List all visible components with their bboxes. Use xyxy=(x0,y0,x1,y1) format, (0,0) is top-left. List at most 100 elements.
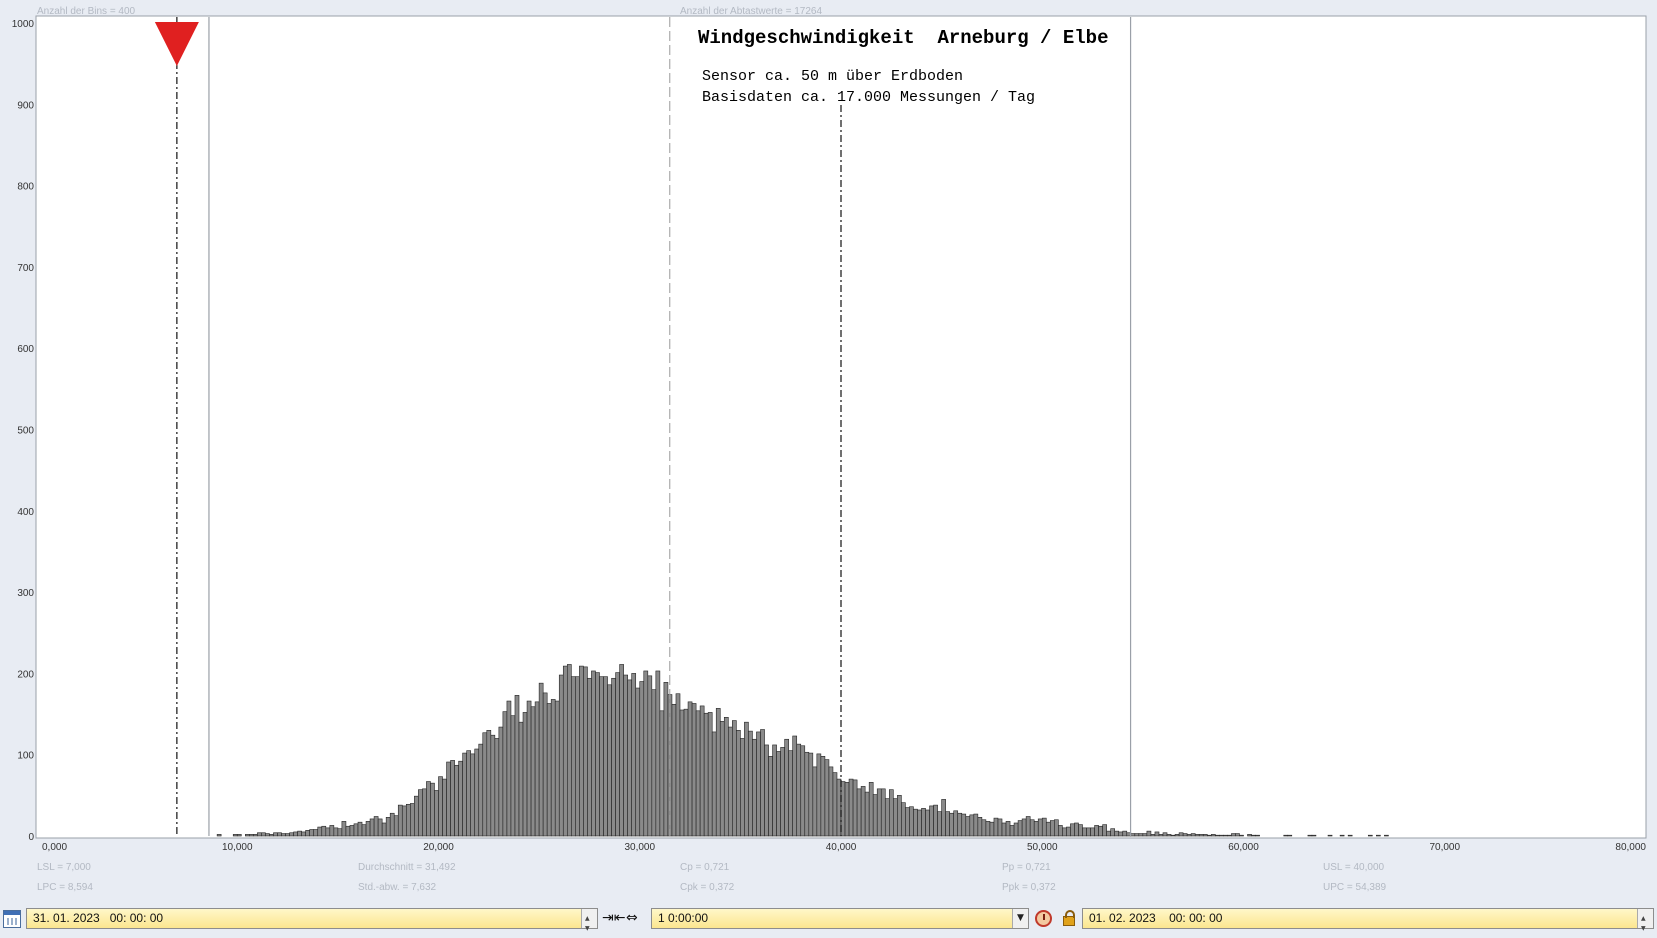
lock-icon[interactable] xyxy=(1063,910,1075,926)
histogram-bar xyxy=(1130,833,1136,837)
histogram-bar xyxy=(1186,834,1192,837)
histogram-bar xyxy=(345,825,351,837)
y-tick-label: 600 xyxy=(17,344,34,355)
start-datetime-field[interactable]: 31. 01. 2023 00: 00: 00 ▲ ▼ xyxy=(26,908,598,932)
histogram-bar xyxy=(257,832,262,837)
stat-mean: Durchschnitt = 31,492 xyxy=(358,862,456,873)
histogram-bar xyxy=(796,743,802,837)
histogram-bar xyxy=(603,676,608,837)
histogram-bar xyxy=(683,708,689,837)
histogram-bar xyxy=(1235,833,1240,837)
histogram-bar xyxy=(977,817,983,837)
histogram-bar xyxy=(663,682,669,837)
y-tick-label: 0 xyxy=(28,832,34,843)
histogram-bar xyxy=(719,721,725,837)
histogram-bar xyxy=(860,786,866,837)
histogram-bar xyxy=(526,700,532,837)
histogram-bar xyxy=(438,776,443,837)
histogram-bar xyxy=(780,747,785,837)
x-tick-label: 60,000 xyxy=(1228,842,1259,853)
histogram-bar xyxy=(1037,818,1043,837)
histogram-bar xyxy=(377,818,383,837)
histogram-bar xyxy=(969,814,975,837)
histogram-bar xyxy=(301,831,306,837)
histogram-bar xyxy=(619,664,624,837)
histogram-bar xyxy=(1223,834,1228,837)
histogram-bar xyxy=(422,788,427,837)
end-datetime-field[interactable]: 01. 02. 2023 00: 00: 00 ▲ ▼ xyxy=(1082,908,1654,932)
histogram-bar xyxy=(442,778,447,837)
histogram-bar xyxy=(828,766,834,837)
histogram-bar xyxy=(216,834,222,837)
stat-cp: Cp = 0,721 xyxy=(680,862,730,873)
histogram-bar xyxy=(587,677,592,837)
histogram-bar xyxy=(961,813,967,837)
calendar-icon[interactable] xyxy=(3,910,21,928)
histogram-bar xyxy=(897,795,902,837)
histogram-bar xyxy=(732,720,737,837)
clock-icon[interactable] xyxy=(1035,910,1052,927)
histogram-bar xyxy=(953,810,959,837)
histogram-bar xyxy=(494,738,500,837)
histogram-bar xyxy=(687,701,693,837)
histogram-bar xyxy=(474,748,480,837)
x-tick-label: 50,000 xyxy=(1027,842,1058,853)
histogram-bar xyxy=(864,791,870,837)
histogram-bar xyxy=(542,692,548,837)
histogram-bar xyxy=(1045,821,1051,837)
histogram-bar xyxy=(450,760,455,837)
histogram-bar xyxy=(1202,834,1208,837)
histogram-bar xyxy=(675,693,681,837)
histogram-bar xyxy=(756,731,761,837)
histogram-bar xyxy=(804,751,810,837)
x-tick-label: 20,000 xyxy=(423,842,454,853)
expand-range-icon[interactable]: ⇔ xyxy=(626,908,648,929)
y-tick-label: 400 xyxy=(17,507,34,518)
x-tick-label: 70,000 xyxy=(1429,842,1460,853)
histogram-bar xyxy=(466,750,471,837)
histogram-bar xyxy=(615,672,620,837)
histogram-bar xyxy=(631,673,637,837)
histogram-bar xyxy=(462,752,467,837)
histogram-bar xyxy=(1094,825,1099,837)
histogram-bar xyxy=(482,732,488,837)
histogram-bar xyxy=(852,779,858,837)
histogram-bar xyxy=(1384,834,1389,837)
histogram-bar xyxy=(389,812,395,837)
histogram-bar xyxy=(470,753,476,837)
end-datetime-value: 01. 02. 2023 00: 00: 00 xyxy=(1089,911,1223,925)
histogram-bar xyxy=(1239,834,1244,837)
histogram-bar xyxy=(997,818,1003,837)
histogram-bar xyxy=(884,798,890,837)
histogram-bar xyxy=(1215,834,1220,837)
interval-select[interactable]: 1 0:00:00 ▼ xyxy=(651,908,1029,929)
histogram-bar xyxy=(627,679,632,837)
shrink-range-icon[interactable]: ⇥⇤ xyxy=(602,908,625,929)
histogram-bar xyxy=(748,730,753,837)
histogram-bar xyxy=(740,738,745,837)
histogram-bar xyxy=(325,827,331,837)
histogram-bar xyxy=(856,788,862,837)
histogram-bar xyxy=(723,717,729,837)
histogram-bar xyxy=(397,804,403,837)
start-datetime-spinner[interactable]: ▲ ▼ xyxy=(581,909,597,932)
histogram-bar xyxy=(1327,834,1333,837)
histogram-bar xyxy=(373,816,379,837)
histogram-bar xyxy=(691,703,697,837)
histogram-bar xyxy=(405,803,411,837)
histogram-bar xyxy=(699,705,705,837)
chart-title: Windgeschwindigkeit Arneburg / Elbe xyxy=(698,27,1108,49)
end-datetime-spinner[interactable]: ▲ ▼ xyxy=(1637,909,1653,932)
histogram-bar xyxy=(736,730,741,837)
histogram-bar xyxy=(385,817,391,837)
histogram-bar xyxy=(800,745,806,837)
histogram-bar xyxy=(458,760,463,837)
histogram-bar xyxy=(245,834,250,837)
chevron-down-icon[interactable]: ▼ xyxy=(1012,909,1028,928)
histogram-bar xyxy=(639,681,645,837)
histogram-bar xyxy=(1170,834,1176,837)
histogram-bar xyxy=(1021,818,1027,837)
histogram-bar xyxy=(393,815,399,837)
histogram-bar xyxy=(1194,834,1200,837)
histogram-bar xyxy=(776,751,781,837)
